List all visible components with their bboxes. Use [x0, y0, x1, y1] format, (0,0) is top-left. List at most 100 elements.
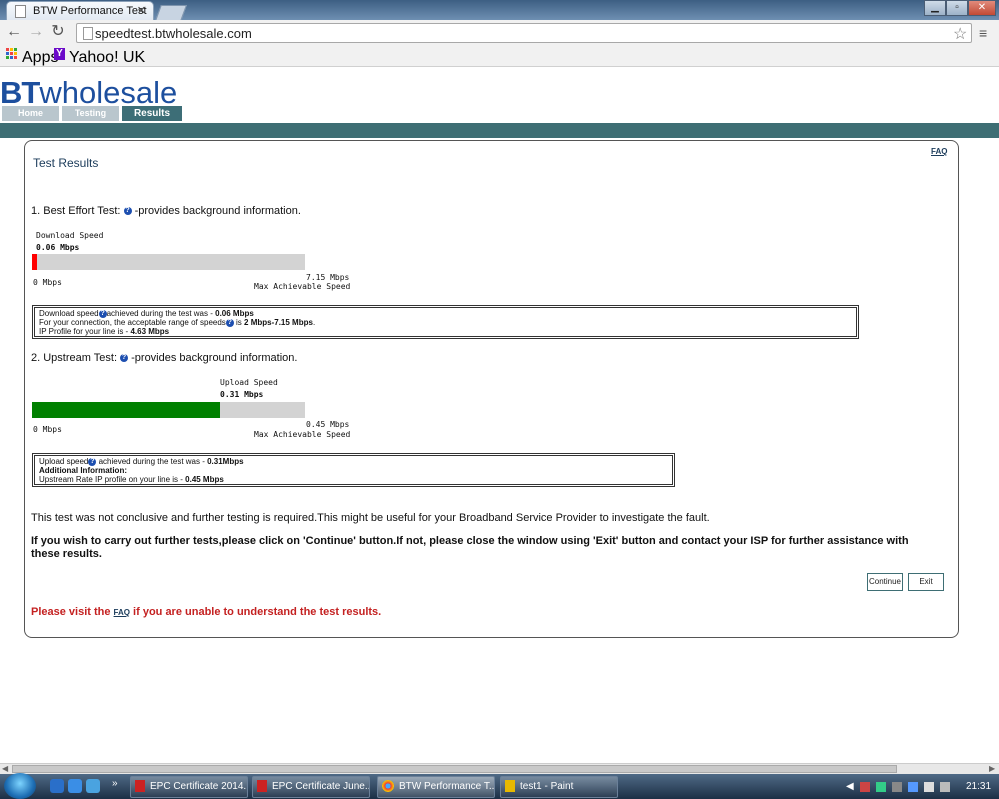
scroll-left-icon[interactable]: ◀ [2, 764, 8, 773]
info-text: For your connection, the acceptable rang… [39, 318, 226, 327]
close-tab-icon[interactable]: ✕ [137, 4, 146, 17]
bookmark-apps[interactable]: Apps [22, 49, 58, 67]
upstream-title: 2. Upstream Test: [31, 352, 117, 364]
info-text: Upload speed [39, 457, 89, 466]
menu-icon[interactable]: ≡ [979, 25, 987, 41]
inconclusive-message: This test was not conclusive and further… [31, 512, 710, 524]
nav-tab-home[interactable]: Home [1, 105, 60, 122]
bookmark-yahoo[interactable]: Yahoo! UK [69, 49, 145, 67]
taskbar-item-label: BTW Performance T... [399, 781, 495, 792]
upload-max-value: 0.45 Mbps [306, 420, 350, 429]
faq-link[interactable]: FAQ [931, 147, 947, 156]
taskbar-item[interactable]: EPC Certificate June... [252, 776, 370, 798]
info-text: is [233, 318, 245, 327]
faq-message: Please visit the FAQ if you are unable t… [31, 606, 381, 618]
upload-info-box: Upload speed? achieved during the test w… [32, 453, 675, 487]
pdf-icon [135, 780, 145, 793]
taskbar-item[interactable]: EPC Certificate 2014... [130, 776, 248, 798]
ip-profile-value: 4.63 Mbps [130, 327, 170, 336]
tray-app-icon[interactable] [908, 782, 918, 792]
taskbar-item[interactable]: test1 - Paint [500, 776, 618, 798]
upload-speed-bar [32, 402, 305, 418]
clock[interactable]: 21:31 [966, 781, 991, 792]
show-desktop-icon[interactable] [86, 779, 100, 793]
address-bar[interactable]: speedtest.btwholesale.com [76, 23, 972, 43]
upstream-ip-profile-value: 0.45 Mbps [185, 475, 224, 484]
exit-button[interactable]: Exit [908, 573, 944, 591]
download-info-line-2: For your connection, the acceptable rang… [39, 318, 852, 327]
info-text: achieved during the test was - [96, 457, 208, 466]
download-max-value: 7.15 Mbps [306, 273, 350, 282]
bookmarks-bar [0, 46, 999, 67]
header-bar [0, 123, 999, 138]
page-icon [83, 27, 93, 40]
nav-tab-testing[interactable]: Testing [61, 105, 120, 122]
help-icon[interactable]: ? [120, 354, 129, 363]
minimize-button[interactable]: ▁ [924, 0, 946, 16]
download-min-label: 0 Mbps [33, 278, 62, 287]
taskbar-item-label: test1 - Paint [520, 781, 574, 792]
apps-grid-icon[interactable] [6, 48, 18, 60]
download-speed-bar [32, 254, 305, 270]
upload-max-label: Max Achievable Speed [254, 430, 351, 439]
upstream-heading: 2. Upstream Test: ? -provides background… [31, 352, 297, 364]
taskbar-item-active[interactable]: BTW Performance T... [377, 776, 495, 798]
upload-achieved-value: 0.31Mbps [207, 457, 244, 466]
browser-tab-title: BTW Performance Test [33, 5, 147, 17]
download-info-line-3: IP Profile for your line is - 4.63 Mbps [39, 327, 852, 336]
paint-icon [505, 780, 515, 793]
upload-info-line-2: Additional Information: [39, 466, 668, 475]
info-text: Upstream Rate IP profile on your line is… [39, 475, 186, 484]
bookmark-star-icon[interactable]: ☆ [953, 24, 967, 44]
url-text: speedtest.btwholesale.com [95, 26, 252, 41]
quicklaunch-more-icon[interactable]: » [112, 778, 118, 789]
help-icon[interactable]: ? [225, 318, 234, 327]
continue-button[interactable]: Continue [867, 573, 903, 591]
download-info-line-1: Download speed? achieved during the test … [39, 309, 852, 318]
further-tests-message: If you wish to carry out further tests,p… [31, 535, 909, 560]
forward-arrow-icon[interactable]: → [28, 24, 44, 40]
download-achieved-value: 0.06 Mbps [215, 309, 254, 318]
upstream-subtitle: -provides background information. [131, 352, 298, 364]
tray-app-icon[interactable] [876, 782, 886, 792]
download-speed-label: Download Speed [36, 231, 104, 240]
back-arrow-icon[interactable]: ← [6, 24, 22, 40]
best-effort-subtitle: -provides background information. [134, 205, 301, 217]
tray-app-icon[interactable] [860, 782, 870, 792]
browser-tab[interactable]: BTW Performance Test ✕ [6, 1, 154, 20]
faq-message-link[interactable]: FAQ [114, 608, 130, 617]
scroll-right-icon[interactable]: ▶ [989, 764, 995, 773]
tray-app-icon[interactable] [892, 782, 902, 792]
upload-min-label: 0 Mbps [33, 425, 62, 434]
yahoo-icon: Y [54, 48, 65, 60]
maximize-button[interactable]: ▫ [946, 0, 968, 16]
page-title: Test Results [33, 156, 99, 170]
internet-explorer-icon[interactable] [68, 779, 82, 793]
upload-info-line-1: Upload speed? achieved during the test w… [39, 457, 668, 466]
help-icon[interactable]: ? [98, 309, 107, 318]
upload-speed-value: 0.31 Mbps [220, 390, 264, 399]
info-text: IP Profile for your line is - [39, 327, 131, 336]
download-speed-value: 0.06 Mbps [36, 243, 80, 252]
scrollbar-thumb[interactable] [12, 765, 897, 773]
help-icon[interactable]: ? [123, 207, 132, 216]
page-icon [15, 5, 26, 18]
start-button[interactable] [4, 773, 36, 799]
close-window-button[interactable]: ✕ [968, 0, 996, 16]
chrome-icon [382, 780, 394, 793]
media-player-icon[interactable] [50, 779, 64, 793]
network-icon[interactable] [924, 782, 934, 792]
download-info-box: Download speed? achieved during the test … [32, 305, 859, 339]
taskbar-item-label: EPC Certificate 2014... [150, 781, 248, 792]
download-max-label: Max Achievable Speed [254, 282, 351, 291]
info-text: . [312, 318, 316, 327]
tray-expand-icon[interactable]: ◀ [846, 781, 854, 792]
volume-icon[interactable] [940, 782, 950, 792]
acceptable-range-value: 2 Mbps-7.15 Mbps [244, 318, 313, 327]
nav-tab-results[interactable]: Results [121, 105, 183, 122]
faq-message-prefix: Please visit the [31, 606, 114, 618]
reload-icon[interactable]: ↻ [50, 24, 66, 40]
upload-speed-label: Upload Speed [220, 378, 278, 387]
best-effort-heading: 1. Best Effort Test: ? -provides backgro… [31, 205, 301, 217]
additional-info-label: Additional Information: [39, 466, 127, 475]
